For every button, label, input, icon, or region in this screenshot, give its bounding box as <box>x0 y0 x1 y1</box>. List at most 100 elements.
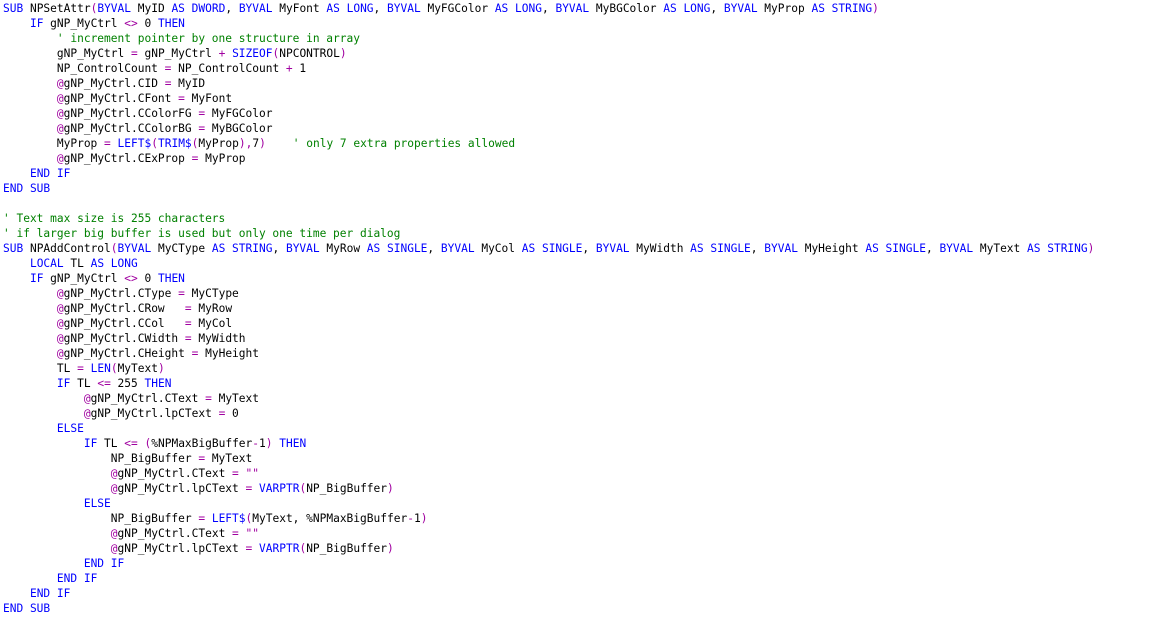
code-token: gNP_MyCtrl.CWidth <box>63 332 185 345</box>
code-token: gNP_MyCtrl.CText <box>117 467 233 480</box>
code-line: ' if larger big buffer is used but only … <box>3 226 400 241</box>
code-token: 1 <box>413 512 421 525</box>
code-token: MyFont <box>184 92 233 105</box>
code-token: MyBGColor <box>205 122 273 135</box>
code-line: @gNP_MyCtrl.CID = MyID <box>3 76 205 91</box>
operator-token: ( <box>110 242 118 255</box>
at-token: @ <box>110 527 118 540</box>
at-token: @ <box>83 392 91 405</box>
code-token: NPSetAttr <box>23 2 91 15</box>
operator-token: ) <box>259 137 266 150</box>
code-token: , <box>272 242 286 255</box>
operator-token: ( <box>110 362 118 375</box>
keyword-token: ELSE <box>56 422 84 435</box>
code-token: MyBGColor <box>589 2 664 15</box>
at-token: @ <box>110 482 118 495</box>
at-token: @ <box>56 107 64 120</box>
code-token: TL <box>97 437 125 450</box>
code-line: @gNP_MyCtrl.CColorBG = MyBGColor <box>3 121 273 136</box>
code-token: MyText <box>205 452 253 465</box>
keyword-token: LEFT$ <box>211 512 246 525</box>
code-line: IF gNP_MyCtrl <> 0 THEN <box>3 16 185 31</box>
code-line: ' increment pointer by one structure in … <box>3 31 360 46</box>
code-line: IF TL <= (%NPMaxBigBuffer-1) THEN <box>3 436 306 451</box>
keyword-token: AS SINGLE <box>690 242 751 255</box>
code-token: 1 <box>292 62 307 75</box>
code-line: gNP_MyCtrl = gNP_MyCtrl + SIZEOF(NPCONTR… <box>3 46 347 61</box>
code-line: ' Text max size is 255 characters <box>3 211 225 226</box>
code-token: MyProp <box>3 137 105 150</box>
code-token: gNP_MyCtrl.lpCText <box>117 482 246 495</box>
operator-token: + <box>285 62 293 75</box>
at-token: @ <box>56 152 64 165</box>
keyword-token: AS SINGLE <box>366 242 428 255</box>
code-token: NP_BigBuffer <box>3 452 199 465</box>
operator-token: = <box>232 467 239 480</box>
code-token: gNP_MyCtrl.CText <box>90 392 206 405</box>
code-line: ELSE <box>3 421 84 436</box>
code-token: gNP_MyCtrl.lpCText <box>90 407 219 420</box>
code-token: MyText <box>211 392 259 405</box>
operator-token: = <box>184 332 192 345</box>
keyword-token: AS STRING <box>1027 242 1088 255</box>
code-token: gNP_MyCtrl.CRow <box>63 302 185 315</box>
code-token: gNP_MyCtrl <box>137 47 219 60</box>
keyword-token: LOCAL <box>29 257 64 270</box>
code-token: , <box>373 2 388 15</box>
code-line: END IF <box>3 571 97 586</box>
keyword-token: BYVAL <box>723 2 758 15</box>
keyword-token: BYVAL <box>595 242 630 255</box>
code-token: MyHeight <box>198 347 259 360</box>
operator-token: <> <box>124 272 138 285</box>
keyword-token: IF <box>83 437 98 450</box>
operator-token: = <box>184 302 192 315</box>
code-line: @gNP_MyCtrl.lpCText = 0 <box>3 406 239 421</box>
keyword-token: AS SINGLE <box>865 242 926 255</box>
code-token: MyWidth <box>191 332 246 345</box>
code-editor[interactable]: SUB NPSetAttr(BYVAL MyID AS DWORD, BYVAL… <box>0 0 1150 623</box>
code-token: MyRow <box>191 302 233 315</box>
code-token: gNP_MyCtrl <box>3 47 131 60</box>
keyword-token: BYVAL <box>97 2 132 15</box>
keyword-token: BYVAL <box>285 242 320 255</box>
code-line: @gNP_MyCtrl.CColorFG = MyFGColor <box>3 106 273 121</box>
operator-token: = <box>178 92 185 105</box>
keyword-token: END IF <box>29 587 71 600</box>
code-line: SUB NPAddControl(BYVAL MyCType AS STRING… <box>3 241 1094 256</box>
keyword-token: IF <box>29 272 44 285</box>
operator-token: ( <box>151 137 158 150</box>
at-token: @ <box>56 317 64 330</box>
code-line: TL = LEN(MyText) <box>3 361 165 376</box>
keyword-token: END IF <box>83 557 125 570</box>
code-token: MyHeight <box>797 242 866 255</box>
code-line: @gNP_MyCtrl.CHeight = MyHeight <box>3 346 259 361</box>
code-token: 0 <box>137 17 158 30</box>
keyword-token: IF <box>29 17 44 30</box>
keyword-token: BYVAL <box>555 2 590 15</box>
at-token: @ <box>110 542 118 555</box>
operator-token: <= <box>97 377 111 390</box>
code-line: @gNP_MyCtrl.CType = MyCType <box>3 286 239 301</box>
operator-token: ) <box>387 542 394 555</box>
code-token: NP_ControlCount <box>171 62 286 75</box>
code-token: MyCol <box>474 242 522 255</box>
code-line: LOCAL TL AS LONG <box>3 256 138 271</box>
code-token: gNP_MyCtrl <box>43 17 125 30</box>
code-line: END IF <box>3 166 70 181</box>
operator-token: = <box>178 287 185 300</box>
code-line: @gNP_MyCtrl.CFont = MyFont <box>3 91 232 106</box>
operator-token: "" <box>245 527 260 540</box>
keyword-token: AS DWORD <box>171 2 226 15</box>
